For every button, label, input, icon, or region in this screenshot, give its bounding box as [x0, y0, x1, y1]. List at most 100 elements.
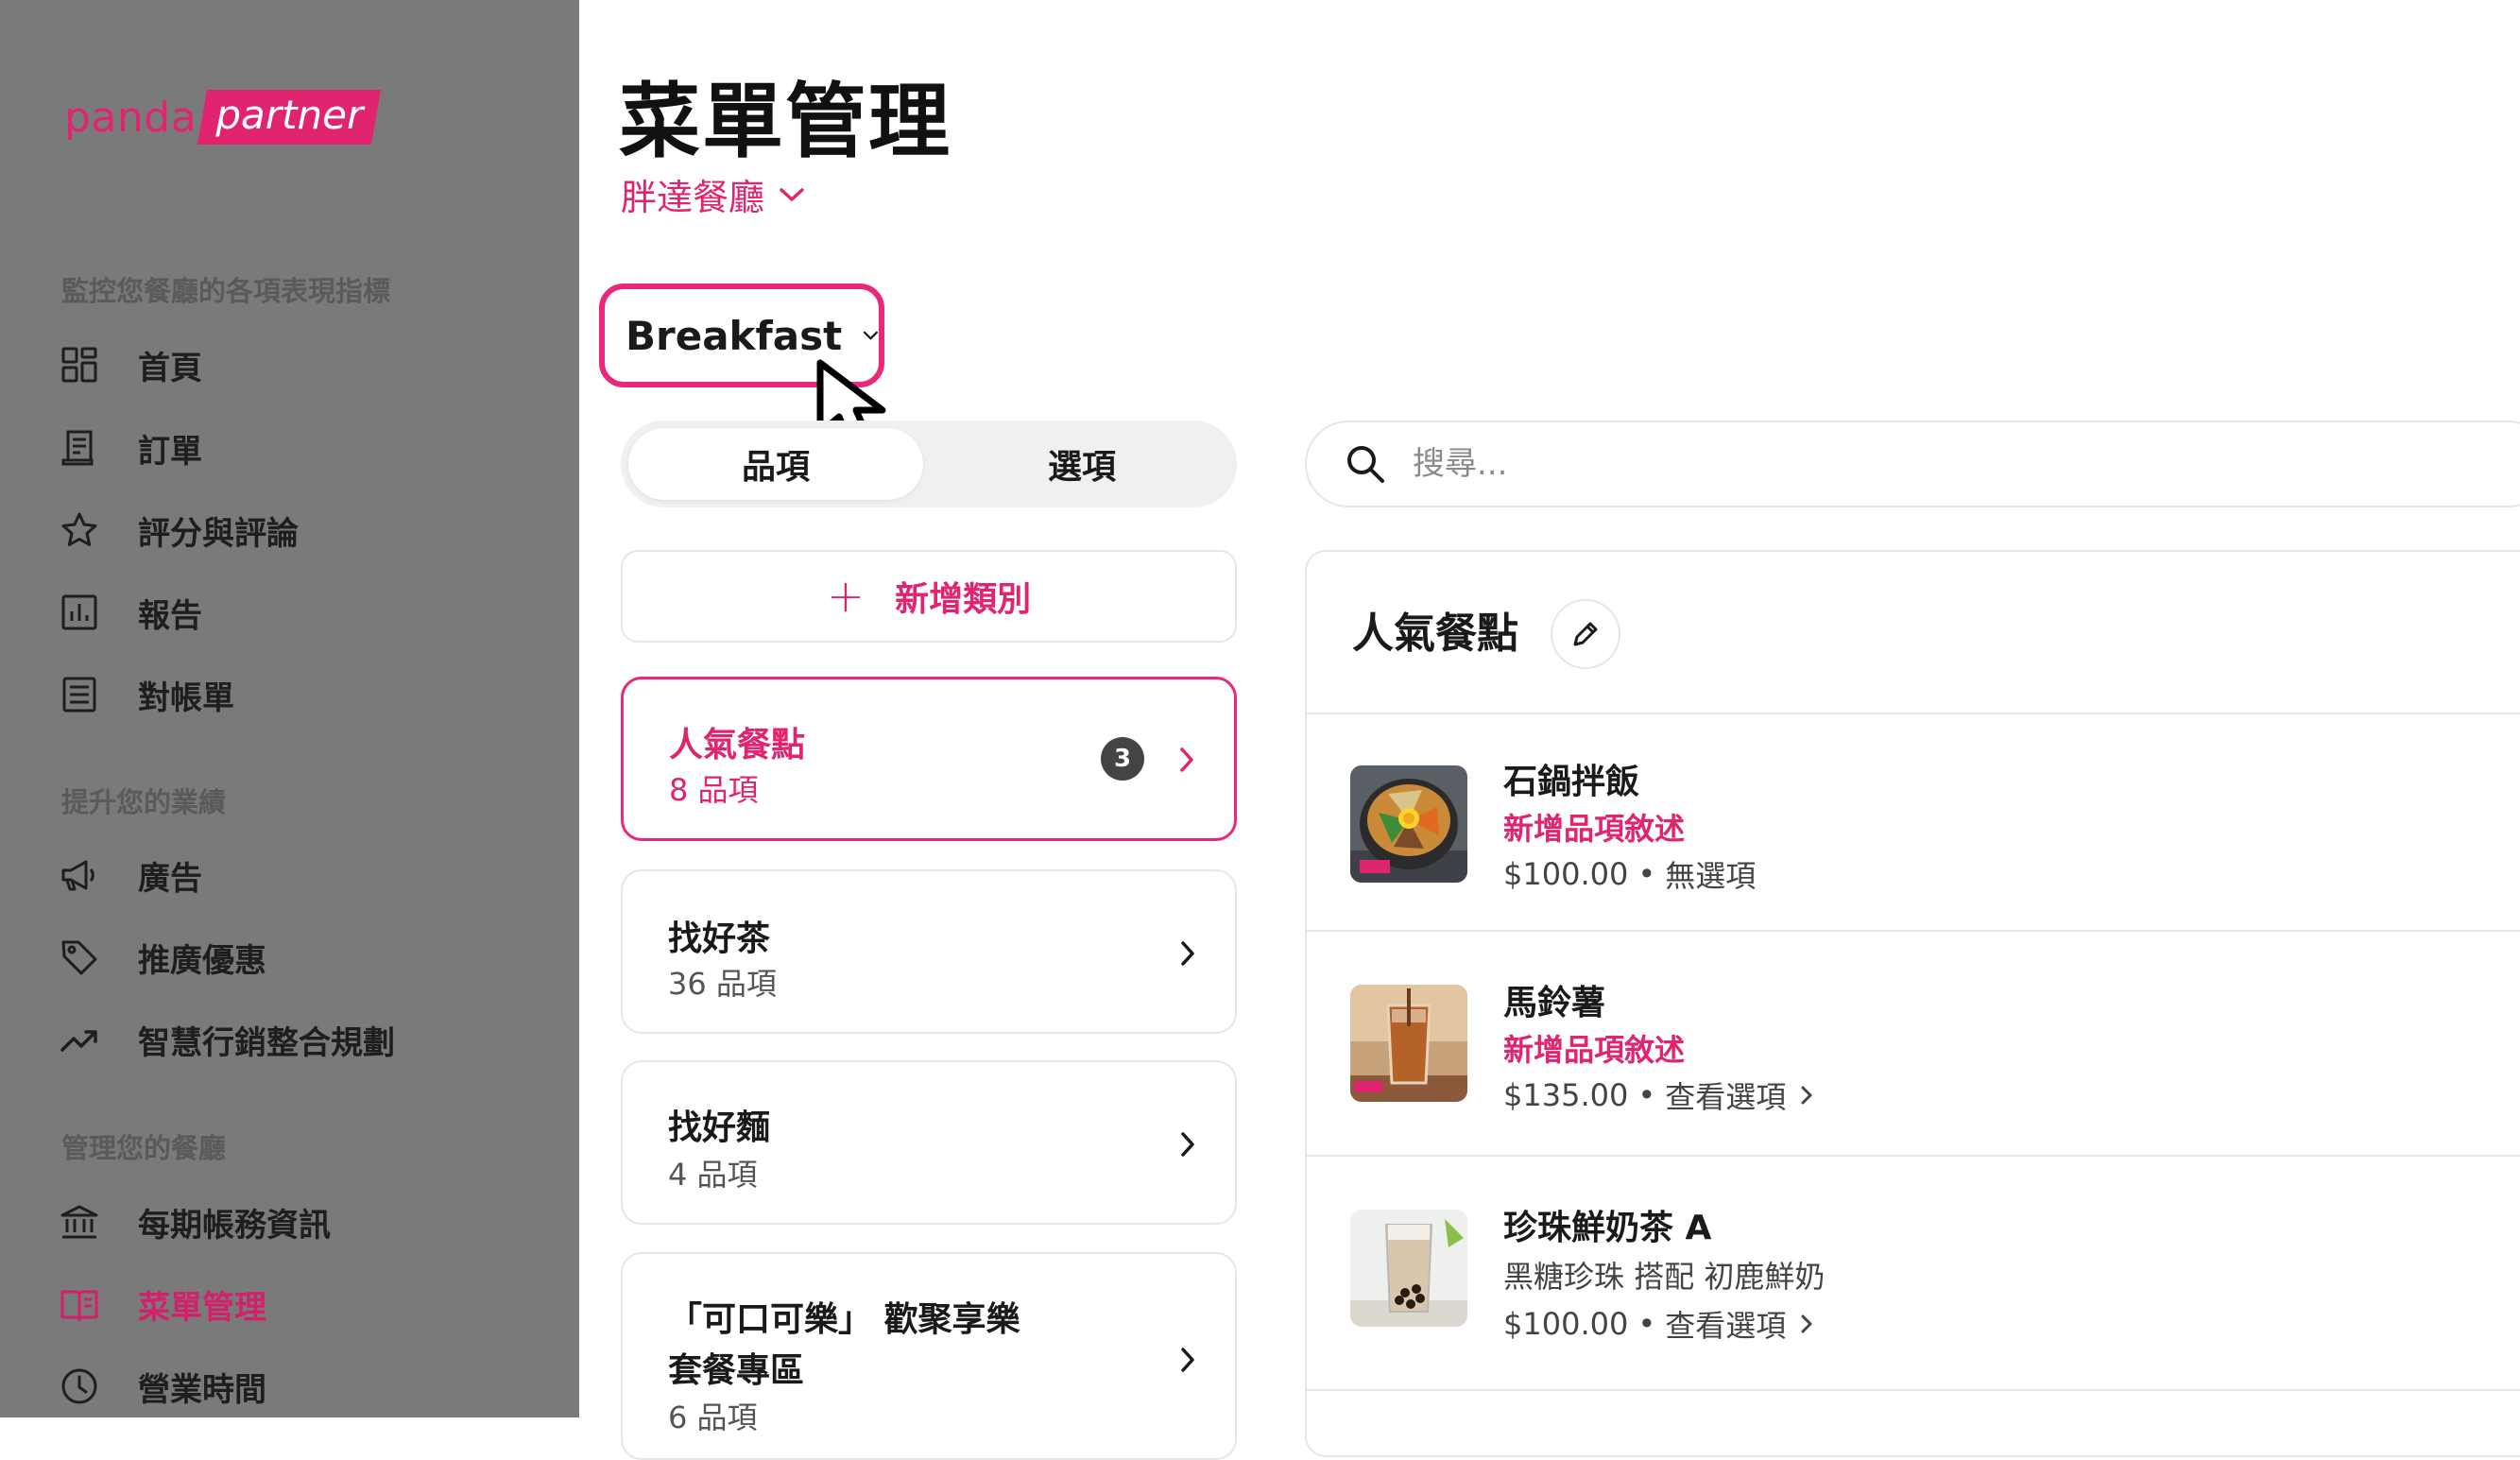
- sidebar-item-label: 營業時間: [138, 1370, 266, 1409]
- sidebar-item-label: 對帳單: [138, 678, 234, 717]
- menu-selector-value: Breakfast: [626, 312, 843, 359]
- divider: [1307, 1389, 2520, 1391]
- chevron-down-icon: [780, 187, 804, 201]
- menu-book-icon: [59, 1283, 100, 1325]
- logo-partner-text: partner: [197, 90, 382, 145]
- section-title-grow: 提升您的業績: [61, 786, 227, 818]
- sidebar-item-smart-marketing[interactable]: 智慧行銷整合規劃: [59, 1011, 395, 1068]
- milk-tea-thumbnail: [1350, 1210, 1467, 1327]
- search-icon: [1347, 446, 1384, 483]
- category-card-tea[interactable]: 找好茶 36 品項: [621, 869, 1237, 1034]
- item-meta[interactable]: $135.00 • 查看選項: [1503, 1074, 1814, 1117]
- megaphone-icon: [59, 854, 100, 896]
- tag-icon: [59, 936, 100, 978]
- dashboard-icon: [59, 344, 100, 386]
- category-count: 36 品項: [668, 966, 777, 1002]
- item-price: $100.00: [1503, 856, 1629, 892]
- restaurant-selector[interactable]: 胖達餐廳: [621, 168, 806, 220]
- plus-icon: +: [826, 570, 866, 623]
- sidebar-item-label: 推廣優惠: [138, 941, 266, 980]
- chevron-right-icon: [1180, 747, 1193, 772]
- item-meta[interactable]: $100.00 • 查看選項: [1503, 1302, 1814, 1346]
- bank-icon: [59, 1201, 100, 1243]
- item-name: 石鍋拌飯: [1503, 763, 1640, 801]
- search-input[interactable]: [1411, 444, 1981, 484]
- item-options: 無選項: [1665, 858, 1757, 894]
- sidebar-item-label: 訂單: [138, 432, 202, 471]
- category-name: 找好麵: [668, 1108, 771, 1147]
- sidebar-item-label: 評分與評論: [138, 514, 299, 553]
- sidebar-item-ratings[interactable]: 評分與評論: [59, 502, 299, 558]
- tab-options[interactable]: 選項: [934, 428, 1229, 500]
- tab-items[interactable]: 品項: [628, 428, 923, 500]
- pandapartner-logo[interactable]: panda partner: [64, 90, 382, 145]
- sidebar: panda partner 監控您餐廳的各項表現指標 首頁 訂單 評分與評論 報…: [0, 0, 579, 1417]
- page-title: 菜單管理: [619, 75, 951, 169]
- item-name: 馬鈴薯: [1503, 984, 1606, 1022]
- chevron-down-icon: [863, 331, 879, 340]
- star-icon: [59, 509, 100, 551]
- sidebar-item-label: 智慧行銷整合規劃: [138, 1023, 395, 1062]
- chevron-right-icon: [1801, 1086, 1812, 1105]
- item-price: $100.00: [1503, 1306, 1629, 1342]
- category-count: 4 品項: [668, 1157, 758, 1193]
- edit-category-button[interactable]: [1551, 599, 1620, 669]
- sidebar-item-label: 菜單管理: [138, 1288, 266, 1327]
- menu-item-row[interactable]: 珍珠鮮奶茶 A 黑糖珍珠 搭配 初鹿鮮奶 $100.00 • 查看選項: [1307, 1157, 2520, 1389]
- category-card-coca-cola-combo[interactable]: 「可口可樂」 歡聚享樂 套餐專區 6 品項: [621, 1252, 1237, 1460]
- item-description[interactable]: 新增品項敘述: [1503, 805, 1685, 849]
- category-name: 找好茶: [668, 919, 771, 958]
- chart-icon: [59, 592, 100, 633]
- category-card-popular[interactable]: 人氣餐點 8 品項 3: [621, 677, 1237, 841]
- category-count: 6 品項: [668, 1400, 758, 1435]
- items-options-toggle: 品項 選項: [621, 421, 1237, 507]
- sidebar-item-menu-management[interactable]: 菜單管理: [59, 1276, 266, 1332]
- bibimbap-thumbnail: [1350, 765, 1467, 883]
- item-price: $135.00: [1503, 1077, 1629, 1113]
- logo-panda-text: panda: [64, 93, 197, 142]
- section-title-monitor: 監控您餐廳的各項表現指標: [61, 275, 391, 307]
- items-panel: 人氣餐點 石鍋拌飯 新增品項敘述 $100.00 • 無選項 馬鈴薯 新增品項敘…: [1305, 550, 2520, 1457]
- sidebar-item-business-hours[interactable]: 營業時間: [59, 1358, 266, 1415]
- item-description: 黑糖珍珠 搭配 初鹿鮮奶: [1503, 1259, 1826, 1295]
- chevron-right-icon: [1181, 1348, 1194, 1372]
- sidebar-item-billing[interactable]: 每期帳務資訊: [59, 1194, 331, 1250]
- chevron-right-icon: [1181, 1132, 1194, 1157]
- search-bar[interactable]: [1305, 421, 2520, 507]
- sidebar-item-ads[interactable]: 廣告: [59, 847, 202, 903]
- sidebar-item-label: 每期帳務資訊: [138, 1206, 331, 1245]
- item-options: 查看選項: [1665, 1079, 1787, 1115]
- item-options: 查看選項: [1665, 1308, 1787, 1344]
- menu-item-row[interactable]: 馬鈴薯 新增品項敘述 $135.00 • 查看選項: [1307, 932, 2520, 1155]
- sidebar-item-home[interactable]: 首頁: [59, 336, 202, 393]
- add-category-button[interactable]: + 新增類別: [621, 550, 1237, 643]
- sidebar-item-reports[interactable]: 報告: [59, 584, 202, 641]
- item-name: 珍珠鮮奶茶 A: [1503, 1209, 1712, 1247]
- sidebar-item-label: 報告: [138, 596, 202, 635]
- add-category-label: 新增類別: [895, 580, 1032, 619]
- document-icon: [59, 674, 100, 715]
- tea-drink-thumbnail: [1350, 985, 1467, 1102]
- sidebar-item-label: 廣告: [138, 859, 202, 898]
- receipt-icon: [59, 427, 100, 469]
- sidebar-item-statements[interactable]: 對帳單: [59, 666, 234, 723]
- chevron-right-icon: [1181, 941, 1194, 966]
- item-meta: $100.00 • 無選項: [1503, 852, 1756, 896]
- chevron-right-icon: [1801, 1314, 1812, 1333]
- sidebar-item-orders[interactable]: 訂單: [59, 420, 202, 476]
- sidebar-item-promotions[interactable]: 推廣優惠: [59, 929, 266, 986]
- category-card-noodles[interactable]: 找好麵 4 品項: [621, 1060, 1237, 1225]
- category-count: 8 品項: [669, 772, 759, 808]
- category-name: 人氣餐點: [669, 726, 806, 764]
- item-description[interactable]: 新增品項敘述: [1503, 1026, 1685, 1070]
- menu-item-row[interactable]: 石鍋拌飯 新增品項敘述 $100.00 • 無選項: [1307, 714, 2520, 930]
- restaurant-name: 胖達餐廳: [621, 177, 765, 218]
- panel-title: 人氣餐點: [1352, 610, 1518, 658]
- category-name-line1: 「可口可樂」 歡聚享樂: [668, 1300, 1020, 1339]
- category-badge: 3: [1101, 737, 1144, 781]
- clock-icon: [59, 1366, 100, 1407]
- category-name-line2: 套餐專區: [668, 1351, 805, 1390]
- section-title-manage: 管理您的餐廳: [61, 1132, 227, 1164]
- trend-icon: [59, 1019, 100, 1060]
- pencil-icon: [1573, 622, 1598, 646]
